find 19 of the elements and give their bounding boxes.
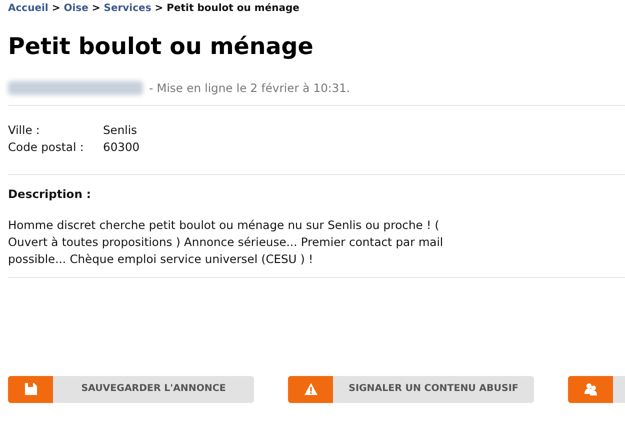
field-label: Code postal :: [8, 138, 85, 156]
page-title: Petit boulot ou ménage: [8, 34, 314, 62]
breadcrumb-separator: >: [52, 3, 60, 14]
field-value: 60300: [103, 138, 140, 156]
breadcrumb-separator: >: [92, 3, 100, 14]
field-label: Ville :: [8, 122, 41, 139]
posted-date: - Mise en ligne le 2 février à 10:31.: [149, 80, 350, 97]
field-value: Senlis: [103, 122, 138, 139]
action-button[interactable]: SAUVEGARDER L'ANNONCE: [8, 376, 254, 403]
breadcrumb-separator: >: [154, 3, 164, 14]
people-icon: [584, 382, 598, 396]
warning-icon: [304, 382, 318, 396]
breadcrumb-current: Petit boulot ou ménage: [166, 3, 300, 14]
breadcrumb-link[interactable]: Services: [104, 3, 152, 14]
action-button[interactable]: SIGNALER UN CONTENU ABUSIF: [288, 376, 534, 403]
description-text: Homme discret cherche petit boulot ou ménage nu sur Senlis ou proche ! ( Ouvert à toutes propositions ) Annonce sérieuse... Premier contact par mail possible... Chèque emploi service universel (CESU ) !: [8, 216, 444, 268]
breadcrumb-link[interactable]: Oise: [64, 3, 88, 14]
breadcrumb-link[interactable]: Accueil: [8, 3, 48, 14]
description-heading: Description :: [8, 186, 92, 203]
